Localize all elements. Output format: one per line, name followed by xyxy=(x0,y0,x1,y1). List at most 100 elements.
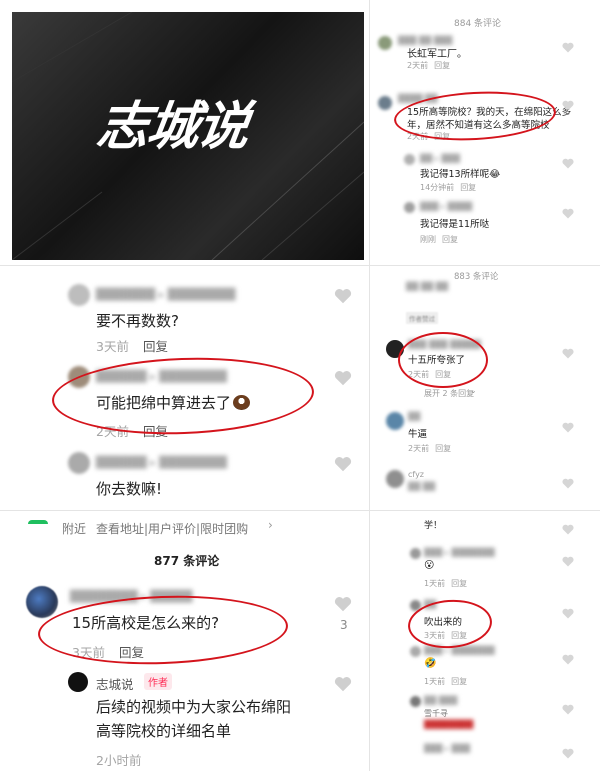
comment-meta: 2小时前 xyxy=(96,753,142,767)
user-name: ███ ▸ ███████ xyxy=(424,548,495,557)
like-count: 6 xyxy=(565,108,571,117)
comment-meta: 1天前 回复 xyxy=(424,579,468,588)
chevron-down-icon: ⌄ xyxy=(470,386,477,395)
avatar xyxy=(410,696,421,707)
location-icon xyxy=(28,520,48,534)
avatar xyxy=(386,470,404,488)
reply-button[interactable]: 回复 xyxy=(434,61,450,70)
user-name: ██████ ▸ ████████ xyxy=(96,370,227,383)
user-name: ███████ ▸ ████████ xyxy=(96,288,236,301)
comment-meta: 2天前 回复 xyxy=(407,132,451,141)
reply-button[interactable]: 回复 xyxy=(435,444,451,453)
avatar xyxy=(404,202,415,213)
author-liked-tag: 作者赞过 xyxy=(406,312,438,324)
user-name: ████ ██ xyxy=(398,94,438,103)
reply-button[interactable]: 回复 xyxy=(442,235,458,244)
comment-meta: 14分钟前 回复 xyxy=(420,183,477,192)
like-icon[interactable] xyxy=(562,552,574,567)
comment-text: ████████ xyxy=(424,720,474,729)
logo-image: 志城说 xyxy=(12,12,364,260)
reply-button[interactable]: 回复 xyxy=(143,339,168,354)
like-icon[interactable] xyxy=(334,456,352,472)
comment-text: 15所高校是怎么来的? xyxy=(72,614,220,632)
divider xyxy=(0,265,600,266)
user-name: ██ ███ xyxy=(424,696,458,705)
avatar xyxy=(26,586,58,618)
like-icon[interactable] xyxy=(562,520,574,535)
comment-text: 😮 xyxy=(424,560,435,571)
avatar xyxy=(410,600,421,611)
cake-emoji-icon xyxy=(233,395,251,410)
avatar xyxy=(404,154,415,165)
user-name: ███ ▸ ███████ xyxy=(424,646,495,655)
comment-text: 学！ xyxy=(424,521,443,531)
comment-meta: 刚刚 回复 xyxy=(420,235,458,244)
reply-button[interactable]: 回复 xyxy=(434,132,450,141)
avatar xyxy=(68,284,90,306)
user-name: ██ ██ ██ xyxy=(406,282,448,291)
comment-count: 877 条评论 xyxy=(154,554,220,568)
comment-text: ██ ██ xyxy=(408,482,436,491)
reply-button[interactable]: 回复 xyxy=(143,424,168,439)
avatar xyxy=(410,646,421,657)
comment-meta: 2天前 回复 xyxy=(96,424,168,439)
reply-button[interactable]: 回复 xyxy=(451,677,467,686)
reply-button[interactable]: 回复 xyxy=(119,645,144,660)
logo-text: 志城说 xyxy=(93,97,252,157)
right-bottom-panel: 学！ ███ ▸ ███████ 😮 1天前 回复 ██ 吹出来的 3天前 回复 █… xyxy=(374,512,588,767)
user-name: ██████ ▸ ████████ xyxy=(96,456,227,469)
comment-meta: 2天前 回复 xyxy=(408,370,452,379)
comment-text: 🤣 xyxy=(424,658,437,669)
like-icon[interactable] xyxy=(334,370,352,386)
comment-text: 要不再数数? xyxy=(96,312,179,330)
comment-text: 15所高等院校？我的天，在绵阳这么多 xyxy=(407,107,572,118)
comment-meta: 3天前 回复 xyxy=(424,631,468,640)
like-icon[interactable] xyxy=(562,344,574,359)
avatar xyxy=(386,412,404,430)
like-icon[interactable] xyxy=(562,700,574,715)
comment-text: 十五所夸张了 xyxy=(408,355,466,366)
left-mid-panel: ███████ ▸ ████████ 要不再数数? 3天前 回复 ██████ ▸… xyxy=(12,270,364,508)
comment-count: 884 条评论 xyxy=(454,19,502,29)
like-icon[interactable] xyxy=(562,650,574,665)
reply-button[interactable]: 回复 xyxy=(460,183,476,192)
comment-meta: 2天前 回复 xyxy=(408,444,452,453)
reply-button[interactable]: 回复 xyxy=(435,370,451,379)
top-right-panel: 884 条评论 ███ ██ ███ 长虹军工厂。 2天前 回复 ████ ██ … xyxy=(374,12,588,262)
avatar xyxy=(68,452,90,474)
comment-text: 年，居然不知道有这么多高等院校 xyxy=(407,120,550,131)
right-mid-panel: 883 条评论 ██ ██ ██ 作者赞过 ███ ███ █████ 十五所夸… xyxy=(374,268,588,510)
like-icon[interactable] xyxy=(562,204,574,219)
like-icon[interactable] xyxy=(562,604,574,619)
author-name: 志城说 xyxy=(96,677,134,692)
user-name: ███ ▸ ████ xyxy=(420,202,473,211)
expand-replies-link[interactable]: 展开 2 条回复 xyxy=(424,388,474,399)
avatar xyxy=(410,548,421,559)
comment-meta: 3天前 回复 xyxy=(72,645,144,660)
avatar xyxy=(386,340,404,358)
like-icon[interactable] xyxy=(334,288,352,304)
like-icon[interactable] xyxy=(562,418,574,433)
divider xyxy=(0,510,600,511)
comment-meta: 3天前 回复 xyxy=(96,339,168,354)
comment-text: 牛逼 xyxy=(408,429,428,440)
user-name: ███ ██ ███ xyxy=(398,36,453,45)
like-icon[interactable] xyxy=(562,38,574,53)
user-name: ███ ███ █████ xyxy=(408,340,481,349)
nearby-links[interactable]: 查看地址|用户评价|限时团购 xyxy=(96,520,248,537)
like-icon[interactable] xyxy=(562,96,574,111)
comment-meta: 1天前 回复 xyxy=(424,677,468,686)
user-name: cfyz xyxy=(408,470,425,479)
user-name: ██ xyxy=(424,600,437,609)
like-icon[interactable] xyxy=(562,744,574,759)
reply-button[interactable]: 回复 xyxy=(451,631,467,640)
like-icon[interactable] xyxy=(562,474,574,489)
like-icon[interactable] xyxy=(334,596,352,612)
like-icon[interactable] xyxy=(334,676,352,692)
comment-text: ███ ▸ ███ xyxy=(424,744,471,753)
comment-meta: 2天前 回复 xyxy=(407,61,451,70)
comment-text: 我记得13所样呢😂 xyxy=(420,169,501,180)
like-icon[interactable] xyxy=(562,154,574,169)
author-avatar xyxy=(68,672,88,692)
reply-button[interactable]: 回复 xyxy=(451,579,467,588)
